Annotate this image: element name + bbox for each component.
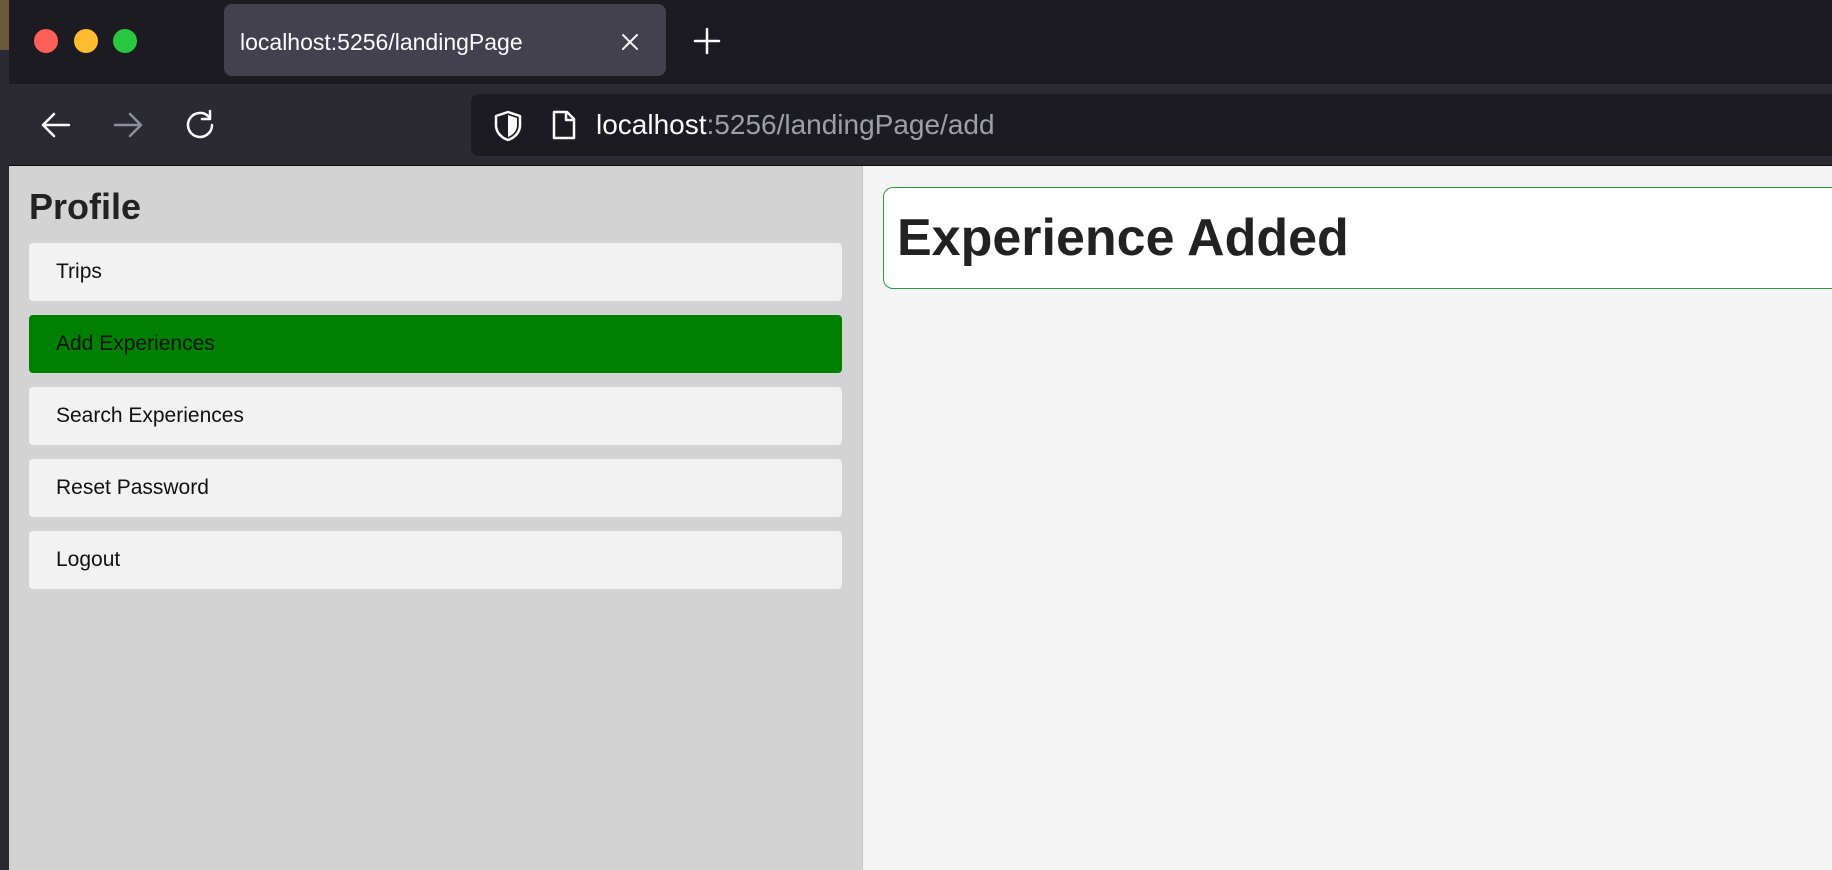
window-zoom-button[interactable] xyxy=(113,29,137,53)
address-bar[interactable]: localhost:5256/landingPage/add xyxy=(471,94,1832,156)
sidebar-item-trips[interactable]: Trips xyxy=(29,243,842,301)
url-text[interactable]: localhost:5256/landingPage/add xyxy=(596,94,995,156)
window-close-button[interactable] xyxy=(34,29,58,53)
sidebar-item-add-experiences[interactable]: Add Experiences xyxy=(29,315,842,373)
profile-sidebar: Profile Trips Add Experiences Search Exp… xyxy=(9,166,863,870)
page-icon[interactable] xyxy=(551,110,577,140)
tab-strip: localhost:5256/landingPage xyxy=(9,0,1832,84)
sidebar-menu: Trips Add Experiences Search Experiences… xyxy=(29,243,842,603)
sidebar-item-search-experiences[interactable]: Search Experiences xyxy=(29,387,842,445)
success-message: Experience Added xyxy=(883,187,1832,289)
plus-icon[interactable] xyxy=(692,26,722,56)
sidebar-item-reset-password[interactable]: Reset Password xyxy=(29,459,842,517)
desktop-background xyxy=(0,0,9,870)
window-minimize-button[interactable] xyxy=(74,29,98,53)
arrow-right-icon[interactable] xyxy=(111,108,145,142)
sidebar-item-logout[interactable]: Logout xyxy=(29,531,842,589)
main-content: Experience Added xyxy=(863,166,1832,870)
arrow-left-icon[interactable] xyxy=(39,108,73,142)
browser-tab[interactable]: localhost:5256/landingPage xyxy=(224,4,666,76)
browser-window: localhost:5256/landingPage localhost:525… xyxy=(9,0,1832,870)
tab-title: localhost:5256/landingPage xyxy=(240,29,523,55)
navigation-toolbar: localhost:5256/landingPage/add xyxy=(9,84,1832,166)
success-message-text: Experience Added xyxy=(897,209,1349,267)
shield-icon[interactable] xyxy=(493,110,523,142)
url-host: localhost xyxy=(596,109,707,140)
url-path: :5256/landingPage/add xyxy=(706,109,995,140)
close-icon[interactable] xyxy=(620,32,640,52)
page-content: Profile Trips Add Experiences Search Exp… xyxy=(9,166,1832,870)
sidebar-title: Profile xyxy=(29,186,142,227)
reload-icon[interactable] xyxy=(183,108,217,142)
